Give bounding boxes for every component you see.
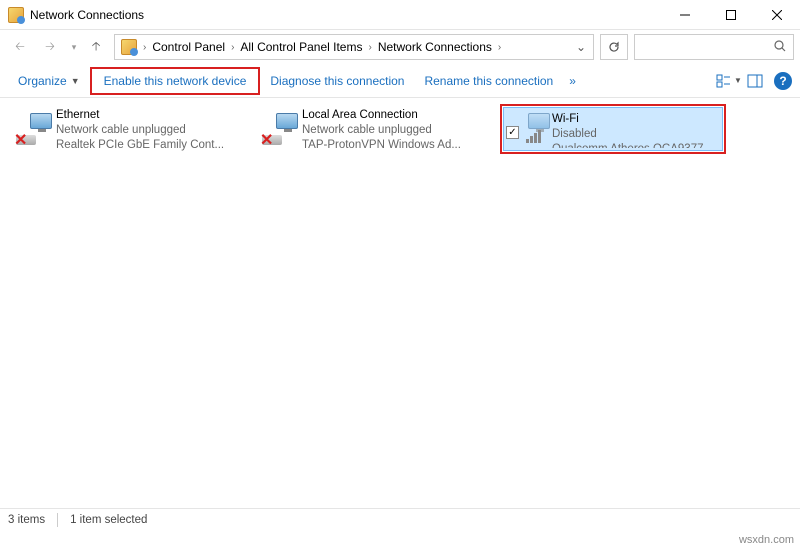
back-button[interactable]: 🡠 bbox=[6, 33, 34, 61]
watermark: wsxdn.com bbox=[739, 534, 794, 546]
selected-count: 1 item selected bbox=[70, 514, 147, 526]
chevron-down-icon: ▼ bbox=[71, 76, 80, 86]
lan-icon: ✕ bbox=[258, 106, 302, 152]
rename-button[interactable]: Rename this connection bbox=[414, 68, 563, 94]
address-dropdown[interactable]: ⌄ bbox=[571, 40, 591, 54]
diagnose-button[interactable]: Diagnose this connection bbox=[260, 68, 414, 94]
window-title: Network Connections bbox=[30, 8, 662, 22]
enable-label: Enable this network device bbox=[104, 74, 247, 88]
connection-item-wifi[interactable]: ✓ Wi-Fi Disabled Qualcomm Atheros QCA937… bbox=[503, 107, 723, 151]
diagnose-label: Diagnose this connection bbox=[270, 74, 404, 88]
organize-label: Organize bbox=[18, 74, 67, 88]
search-icon bbox=[773, 39, 787, 56]
address-bar[interactable]: › Control Panel › All Control Panel Item… bbox=[114, 34, 594, 60]
connection-item-lan[interactable]: ✕ Local Area Connection Network cable un… bbox=[254, 104, 480, 154]
chevron-right-icon[interactable]: › bbox=[229, 42, 236, 53]
connection-item-ethernet[interactable]: ✕ Ethernet Network cable unplugged Realt… bbox=[8, 104, 234, 154]
history-dropdown[interactable]: ▾ bbox=[66, 33, 82, 61]
help-button[interactable]: ? bbox=[774, 72, 792, 90]
rename-label: Rename this connection bbox=[424, 74, 553, 88]
search-input[interactable] bbox=[634, 34, 794, 60]
connection-item-wifi-highlight: ✓ Wi-Fi Disabled Qualcomm Atheros QCA937… bbox=[500, 104, 726, 154]
navbar: 🡠 🡢 ▾ 🡡 › Control Panel › All Control Pa… bbox=[0, 30, 800, 64]
window-icon bbox=[8, 7, 24, 23]
breadcrumb[interactable]: All Control Panel Items bbox=[236, 35, 366, 59]
item-count: 3 items bbox=[8, 514, 45, 526]
chevron-right-icon[interactable]: › bbox=[366, 42, 373, 53]
statusbar: 3 items 1 item selected bbox=[0, 508, 800, 530]
connection-status: Disabled bbox=[552, 127, 718, 142]
titlebar: Network Connections bbox=[0, 0, 800, 30]
location-icon bbox=[121, 39, 137, 55]
wifi-icon bbox=[508, 110, 552, 148]
connection-name: Ethernet bbox=[56, 108, 230, 123]
connection-status: Network cable unplugged bbox=[302, 123, 476, 138]
ethernet-icon: ✕ bbox=[12, 106, 56, 152]
enable-device-button[interactable]: Enable this network device bbox=[90, 67, 261, 95]
connection-device: Realtek PCIe GbE Family Cont... bbox=[56, 138, 230, 152]
up-button[interactable]: 🡡 bbox=[84, 33, 108, 61]
status-divider bbox=[57, 513, 58, 527]
connection-device: TAP-ProtonVPN Windows Ad... bbox=[302, 138, 476, 152]
connections-list: ✕ Ethernet Network cable unplugged Realt… bbox=[0, 98, 800, 524]
toolbar: Organize ▼ Enable this network device Dia… bbox=[0, 64, 800, 98]
breadcrumb[interactable]: Control Panel bbox=[148, 35, 229, 59]
connection-name: Wi-Fi bbox=[552, 112, 718, 127]
chevron-right-icon[interactable]: › bbox=[141, 42, 148, 53]
close-button[interactable] bbox=[754, 0, 800, 30]
preview-pane-button[interactable] bbox=[742, 68, 768, 94]
chevron-down-icon: ▼ bbox=[734, 76, 742, 85]
organize-button[interactable]: Organize ▼ bbox=[8, 68, 90, 94]
forward-button[interactable]: 🡢 bbox=[36, 33, 64, 61]
minimize-button[interactable] bbox=[662, 0, 708, 30]
chevron-right-icon[interactable]: › bbox=[496, 42, 503, 53]
connection-name: Local Area Connection bbox=[302, 108, 476, 123]
connection-status: Network cable unplugged bbox=[56, 123, 230, 138]
refresh-button[interactable] bbox=[600, 34, 628, 60]
maximize-button[interactable] bbox=[708, 0, 754, 30]
overflow-label: » bbox=[569, 74, 576, 88]
breadcrumb[interactable]: Network Connections bbox=[374, 35, 496, 59]
overflow-button[interactable]: » bbox=[563, 68, 582, 94]
connection-device: Qualcomm Atheros QCA9377... bbox=[552, 142, 718, 148]
view-options-button[interactable]: ▼ bbox=[716, 68, 742, 94]
